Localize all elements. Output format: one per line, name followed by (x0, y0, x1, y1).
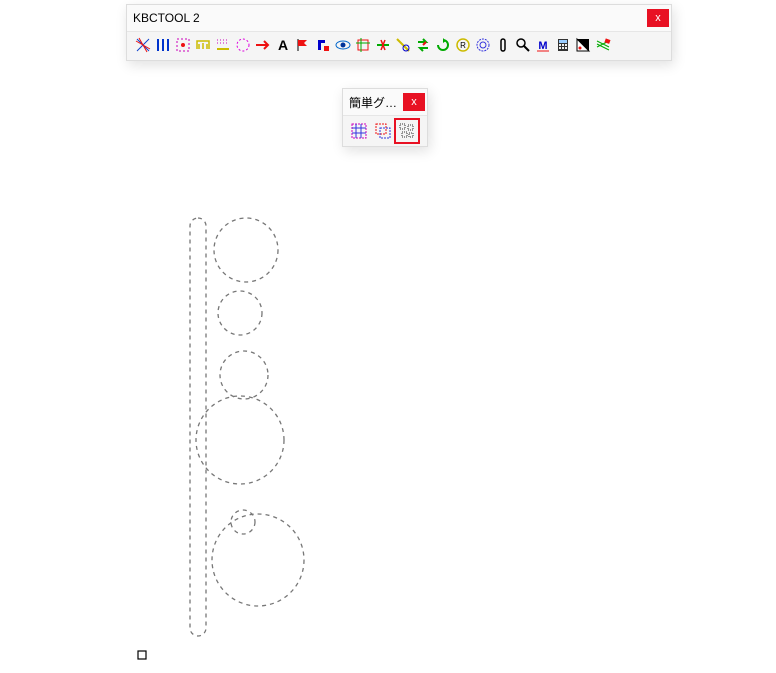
tool-rotate[interactable] (434, 36, 452, 54)
tool-dashed-frame[interactable] (174, 36, 192, 54)
shape-circle[interactable] (196, 396, 284, 484)
tool-mesh[interactable] (134, 36, 152, 54)
tool-arrow-right[interactable] (254, 36, 272, 54)
tool-corner[interactable] (314, 36, 332, 54)
tool-measure[interactable]: M (534, 36, 552, 54)
svg-text:M: M (538, 40, 547, 52)
tool-flag[interactable] (294, 36, 312, 54)
shape-circle[interactable] (218, 291, 262, 335)
popup-title: 簡単グル... (349, 94, 403, 111)
shape-circle[interactable] (212, 514, 304, 606)
shape-circle[interactable] (231, 510, 255, 534)
tool-erase[interactable] (594, 36, 612, 54)
tool-swap[interactable] (414, 36, 432, 54)
tool-crop[interactable] (354, 36, 372, 54)
shape-circle[interactable] (220, 351, 268, 399)
tool-registered[interactable]: R (454, 36, 472, 54)
tool-bridge[interactable] (194, 36, 212, 54)
tool-zoom[interactable] (514, 36, 532, 54)
shape-circle[interactable] (214, 218, 278, 282)
shape-capsule[interactable] (190, 218, 206, 636)
main-title: KBCTOOL 2 (133, 11, 647, 25)
main-toolbar-row: A R M (127, 31, 671, 60)
popup-close-button[interactable]: x (403, 93, 425, 111)
tool-grid-blue[interactable] (154, 36, 172, 54)
tool-cut[interactable] (374, 36, 392, 54)
popup-tool-scatter[interactable] (396, 120, 418, 142)
tool-calc[interactable] (554, 36, 572, 54)
svg-text:A: A (278, 37, 288, 53)
svg-text:R: R (460, 41, 466, 50)
popup-tool-grid[interactable] (348, 120, 370, 142)
popup-window: 簡単グル... x (342, 88, 428, 147)
main-toolbar-window: KBCTOOL 2 x A R M (126, 4, 672, 61)
tool-letter-a[interactable]: A (274, 36, 292, 54)
popup-titlebar[interactable]: 簡単グル... x (343, 89, 427, 115)
main-titlebar[interactable]: KBCTOOL 2 x (127, 5, 671, 31)
tool-dotted-circle[interactable] (234, 36, 252, 54)
cursor-marker (138, 651, 146, 659)
tool-eye[interactable] (334, 36, 352, 54)
tool-underline-dot[interactable] (214, 36, 232, 54)
tool-snap[interactable] (394, 36, 412, 54)
popup-toolbar-row (343, 115, 427, 146)
popup-tool-overlap[interactable] (372, 120, 394, 142)
main-close-button[interactable]: x (647, 9, 669, 27)
tool-contrast[interactable] (574, 36, 592, 54)
tool-capsule[interactable] (494, 36, 512, 54)
tool-ring[interactable] (474, 36, 492, 54)
